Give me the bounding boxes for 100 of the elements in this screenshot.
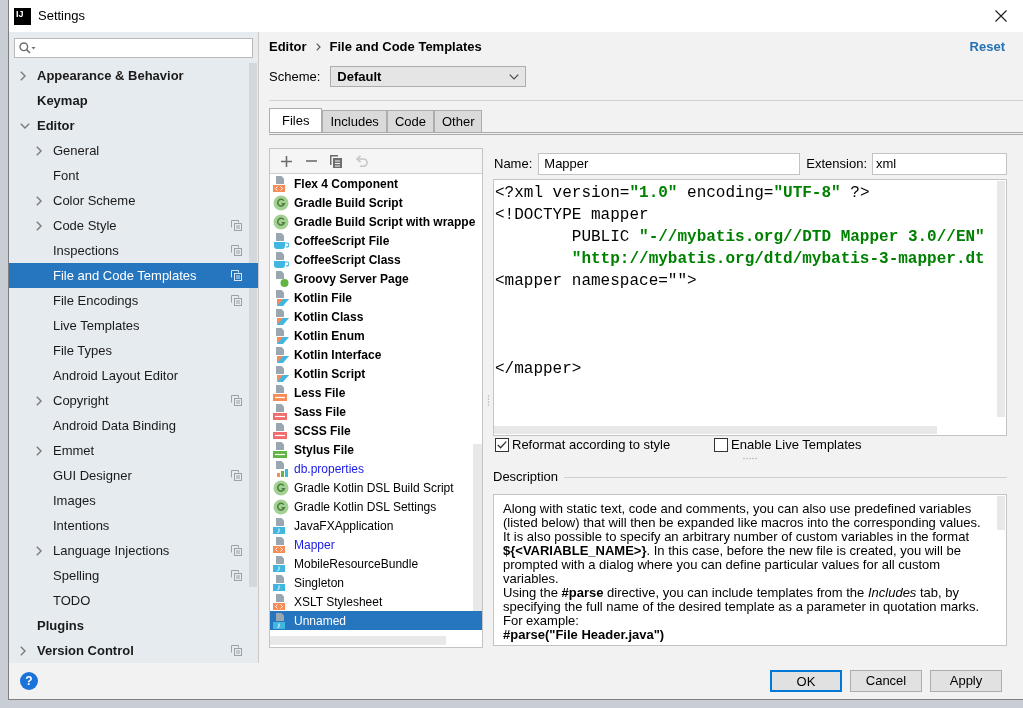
template-item[interactable]: CoffeeScript Class [270,250,482,269]
splitter-grip-icon[interactable] [743,456,757,460]
template-item[interactable]: Kotlin Interface [270,345,482,364]
breadcrumb-item[interactable]: Editor [269,37,307,57]
tab[interactable]: Other [433,110,483,132]
code-line: PUBLIC "-//mybatis.org//DTD Mapper 3.0//EN" [571,227,985,248]
code-line: <mapper namespace=""> [495,271,697,292]
template-item[interactable]: Stylus File [270,440,482,459]
window-title: Settings [38,7,85,26]
tree-item[interactable]: Spelling [9,563,258,588]
tree-item[interactable]: Appearance & Behavior [9,63,258,88]
tree-item[interactable]: Keymap [9,88,258,113]
scheme-dropdown[interactable]: Default [330,66,527,87]
tree-item[interactable]: General [9,138,258,163]
name-field[interactable]: Mapper [538,153,801,175]
tree-item[interactable]: Version Control [9,638,258,663]
template-item[interactable]: Kotlin Script [270,364,482,383]
template-item[interactable]: SCSS File [270,421,482,440]
code-editor[interactable]: <?xml version="1.0" encoding="UTF-8" ?> <!DOCTYPE mapper PUBLIC "-//mybatis.org//DTD Mapper 3.0//EN" "http://mybatis.org/dtd/mybatis-3-mapper.dt <mapper namespace=""> </mapper> [493,179,1007,436]
checkbox[interactable] [495,438,509,452]
template-item[interactable]: Flex 4 Component [270,174,482,193]
tree-item[interactable]: File and Code Templates [9,263,258,288]
chevron-right-icon[interactable] [36,220,42,231]
tree-item[interactable]: Code Style [9,213,258,238]
section-label: Description [493,468,559,487]
template-item[interactable]: Singleton [270,573,482,592]
tree-item[interactable]: Emmet [9,438,258,463]
tab[interactable]: Code [386,110,434,132]
template-item[interactable]: Kotlin File [270,288,482,307]
scrollbar[interactable] [997,181,1005,417]
search-icon [19,42,36,54]
tree-item[interactable]: GUI Designer [9,463,258,488]
tree-item[interactable]: Intentions [9,513,258,538]
checkbox-label[interactable]: Enable Live Templates [731,435,862,455]
template-item[interactable]: Gradle Kotlin DSL Build Script [270,478,482,497]
scrollbar[interactable] [494,426,937,434]
template-item[interactable]: CoffeeScript File [270,231,482,250]
template-item[interactable]: Gradle Build Script [270,193,482,212]
tree-item[interactable]: Android Data Binding [9,413,258,438]
search-field[interactable] [14,38,253,58]
template-item[interactable]: XSLT Stylesheet [270,592,482,611]
splitter-grip-icon[interactable] [486,394,490,407]
template-item[interactable]: JavaFXApplication [270,516,482,535]
chevron-right-icon[interactable] [36,145,42,156]
scrollbar[interactable] [997,496,1005,530]
tree-item[interactable]: Editor [9,113,258,138]
minus-icon [305,160,317,162]
tree-item[interactable]: Plugins [9,613,258,638]
template-item[interactable]: db.properties [270,459,482,478]
dialog-button[interactable]: Apply [930,670,1002,692]
tree-item[interactable]: Color Scheme [9,188,258,213]
dialog-button[interactable]: Cancel [850,670,922,692]
template-item[interactable]: Gradle Kotlin DSL Settings [270,497,482,516]
chevron-right-icon[interactable] [36,445,42,456]
chevron-right-icon[interactable] [36,545,42,556]
tree-item[interactable]: File Encodings [9,288,258,313]
description-paragraph: For example: [503,614,580,628]
tree-item[interactable]: File Types [9,338,258,363]
scrollbar[interactable] [270,636,446,645]
tree-item[interactable]: Inspections [9,238,258,263]
description-paragraph: Along with static text, code and comments, you can also use predefined variables (listed below) that will then be expanded like macros into the corresponding values. [503,502,982,530]
field-label: Scheme: [269,67,321,86]
template-item[interactable]: Less File [270,383,482,402]
caret-icon [509,73,520,80]
tab[interactable]: Includes [322,110,387,132]
undo-icon [354,155,368,167]
template-item[interactable]: Groovy Server Page [270,269,482,288]
help-button[interactable]: ? [20,672,38,690]
chevron-right-icon[interactable] [20,645,26,656]
tab[interactable]: Files [269,108,323,132]
tree-item[interactable]: Android Layout Editor [9,363,258,388]
template-item[interactable]: Unnamed [270,611,482,630]
template-item[interactable]: Gradle Build Script with wrappe [270,212,482,231]
scrollbar[interactable] [249,63,257,587]
description-paragraph: It is also possible to specify an arbitrary number of custom variables in the format ${<VARIABLE_NAME>}. In this case, before the new file is created, you will be prompted with a dialog where you can define particular values for all custom variables. [503,530,971,586]
tree-item[interactable]: Copyright [9,388,258,413]
chevron-right-icon[interactable] [20,70,26,81]
extension-field[interactable]: xml [872,153,1007,175]
chevron-right-icon[interactable] [36,395,42,406]
field-label: Name: [493,155,533,174]
checkbox-label[interactable]: Reformat according to style [512,435,671,455]
template-item[interactable]: MobileResourceBundle [270,554,482,573]
reset-link[interactable]: Reset [969,37,1005,57]
chevron-right-icon[interactable] [36,195,42,206]
template-item[interactable]: Kotlin Class [270,307,482,326]
tree-item[interactable]: Images [9,488,258,513]
app-logo: IJ [14,7,31,25]
dialog-button[interactable]: OK [770,670,842,692]
chevron-down-icon[interactable] [20,122,30,129]
breadcrumb-item[interactable]: File and Code Templates [329,37,482,57]
checkbox[interactable] [714,438,728,452]
tree-item[interactable]: TODO [9,588,258,613]
tree-item[interactable]: Font [9,163,258,188]
tree-item[interactable]: Live Templates [9,313,258,338]
template-item[interactable]: Kotlin Enum [270,326,482,345]
code-line: </mapper> [495,359,582,380]
tree-item[interactable]: Language Injections [9,538,258,563]
template-item[interactable]: Sass File [270,402,482,421]
description-paragraph: Using the #parse directive, you can include templates from the Includes tab, by specifying the full name of the desired template as a parameter in quotation marks. [503,586,981,614]
template-item[interactable]: Mapper [270,535,482,554]
